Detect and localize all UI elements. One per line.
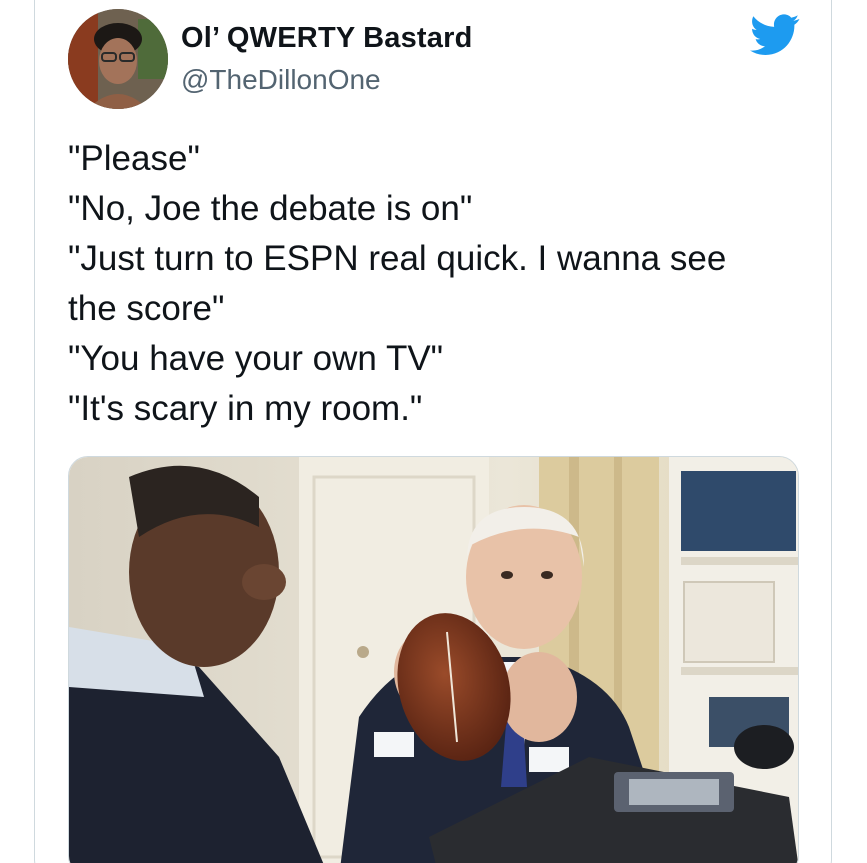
tweet-text-line: "Please" xyxy=(68,139,200,178)
user-handle[interactable]: @TheDillonOne xyxy=(181,64,381,96)
tweet-text-line: "You have your own TV" xyxy=(68,339,444,378)
tweet-photo[interactable] xyxy=(68,456,799,863)
tweet-text: "Please" "No, Joe the debate is on" "Jus… xyxy=(68,134,828,434)
avatar[interactable] xyxy=(68,9,168,109)
tweet-text-line: "Just turn to ESPN real quick. I wanna s… xyxy=(68,239,727,278)
display-name[interactable]: Ol’ QWERTY Bastard xyxy=(181,22,473,55)
tweet-text-line: the score" xyxy=(68,289,225,328)
photo-image xyxy=(69,457,798,863)
tweet-text-line: "No, Joe the debate is on" xyxy=(68,189,473,228)
twitter-bird-icon[interactable] xyxy=(750,14,800,56)
tweet-text-line: "It's scary in my room." xyxy=(68,389,423,428)
avatar-photo xyxy=(68,9,168,109)
